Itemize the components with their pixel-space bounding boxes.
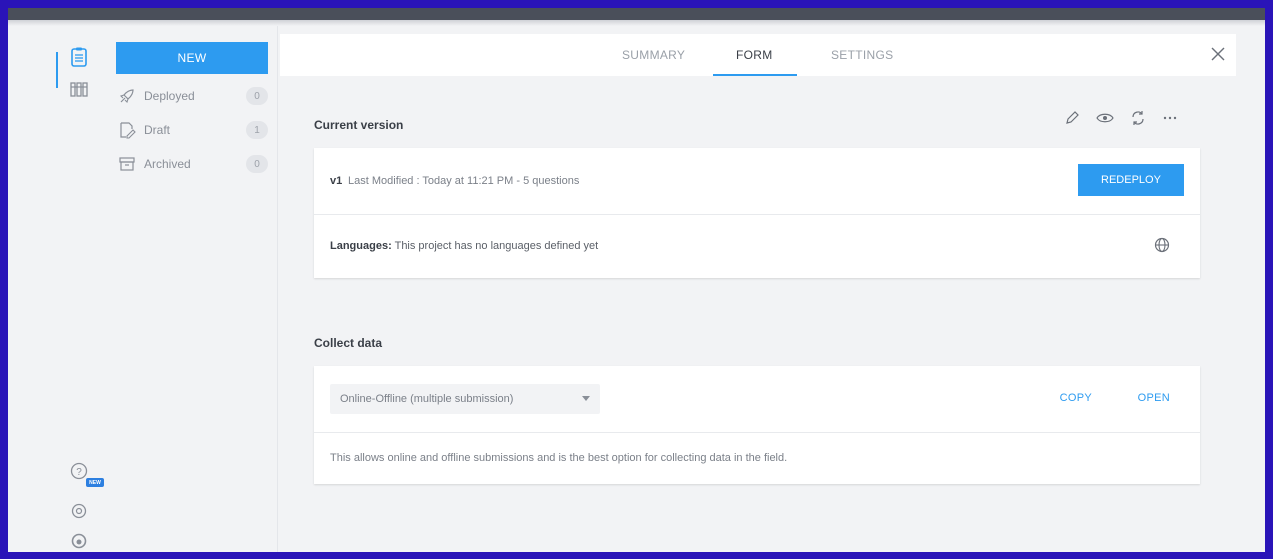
preview-icon[interactable] bbox=[1095, 108, 1115, 128]
rail-active-indicator bbox=[56, 52, 58, 88]
tab-form[interactable]: FORM bbox=[736, 48, 773, 62]
icon-rail: ? bbox=[8, 26, 108, 552]
languages-label: Languages: bbox=[330, 240, 392, 252]
new-badge: NEW bbox=[86, 478, 104, 487]
draft-icon bbox=[118, 121, 138, 139]
copy-link-button[interactable]: COPY bbox=[1060, 392, 1092, 404]
support-icon[interactable] bbox=[68, 500, 90, 522]
forms-icon[interactable] bbox=[68, 46, 90, 68]
languages-text: This project has no languages defined ye… bbox=[394, 240, 599, 252]
edit-icon[interactable] bbox=[1062, 108, 1082, 128]
collect-data-card: Online-Offline (multiple submission) COP… bbox=[314, 366, 1200, 484]
collect-method-row: Online-Offline (multiple submission) COP… bbox=[314, 366, 1200, 432]
version-row: v1 Last Modified : Today at 11:21 PM - 5… bbox=[314, 148, 1200, 214]
redeploy-button[interactable]: REDEPLOY bbox=[1078, 164, 1184, 196]
sidebar-item-label: Draft bbox=[144, 123, 171, 137]
version-number: v1 bbox=[330, 175, 343, 187]
count-badge: 1 bbox=[246, 121, 268, 139]
archive-icon bbox=[118, 155, 138, 173]
chevron-down-icon bbox=[582, 396, 590, 401]
app-frame: ? NEW NEW Deployed 0 Draft 1 Archived 0 … bbox=[8, 8, 1265, 552]
count-badge: 0 bbox=[246, 87, 268, 105]
github-icon[interactable] bbox=[68, 530, 90, 552]
current-version-card: v1 Last Modified : Today at 11:21 PM - 5… bbox=[314, 148, 1200, 278]
project-detail-panel: SUMMARY FORM SETTINGS Current version v1 bbox=[280, 34, 1236, 552]
sidebar-item-label: Deployed bbox=[144, 89, 195, 103]
selected-option: Online-Offline (multiple submission) bbox=[340, 393, 514, 405]
sidebar-item-deployed[interactable]: Deployed 0 bbox=[118, 86, 268, 106]
globe-icon[interactable] bbox=[1154, 237, 1170, 258]
library-icon[interactable] bbox=[68, 78, 90, 100]
collect-data-title: Collect data bbox=[314, 336, 383, 350]
top-bar bbox=[8, 8, 1265, 20]
close-icon[interactable] bbox=[1208, 44, 1228, 64]
tab-bar: SUMMARY FORM SETTINGS bbox=[280, 34, 1236, 76]
tab-summary[interactable]: SUMMARY bbox=[622, 48, 685, 62]
sidebar-item-archived[interactable]: Archived 0 bbox=[118, 154, 268, 174]
sidebar-item-label: Archived bbox=[144, 157, 191, 171]
collection-method-select[interactable]: Online-Offline (multiple submission) bbox=[330, 384, 600, 414]
collect-description-row: This allows online and offline submissio… bbox=[314, 433, 1200, 484]
current-version-title: Current version bbox=[314, 118, 404, 132]
tab-settings[interactable]: SETTINGS bbox=[831, 48, 893, 62]
more-icon[interactable] bbox=[1160, 108, 1180, 128]
projects-sidebar: NEW Deployed 0 Draft 1 Archived 0 bbox=[108, 26, 278, 552]
svg-text:?: ? bbox=[76, 467, 82, 478]
last-modified-text: Last Modified : Today at 11:21 PM - 5 qu… bbox=[348, 175, 580, 187]
sidebar-item-draft[interactable]: Draft 1 bbox=[118, 120, 268, 140]
collect-description: This allows online and offline submissio… bbox=[330, 452, 788, 464]
rocket-icon bbox=[118, 87, 138, 105]
open-link-button[interactable]: OPEN bbox=[1138, 392, 1170, 404]
new-project-button[interactable]: NEW bbox=[116, 42, 268, 74]
refresh-icon[interactable] bbox=[1128, 108, 1148, 128]
active-tab-indicator bbox=[713, 74, 797, 76]
languages-row: Languages: This project has no languages… bbox=[314, 215, 1200, 278]
count-badge: 0 bbox=[246, 155, 268, 173]
